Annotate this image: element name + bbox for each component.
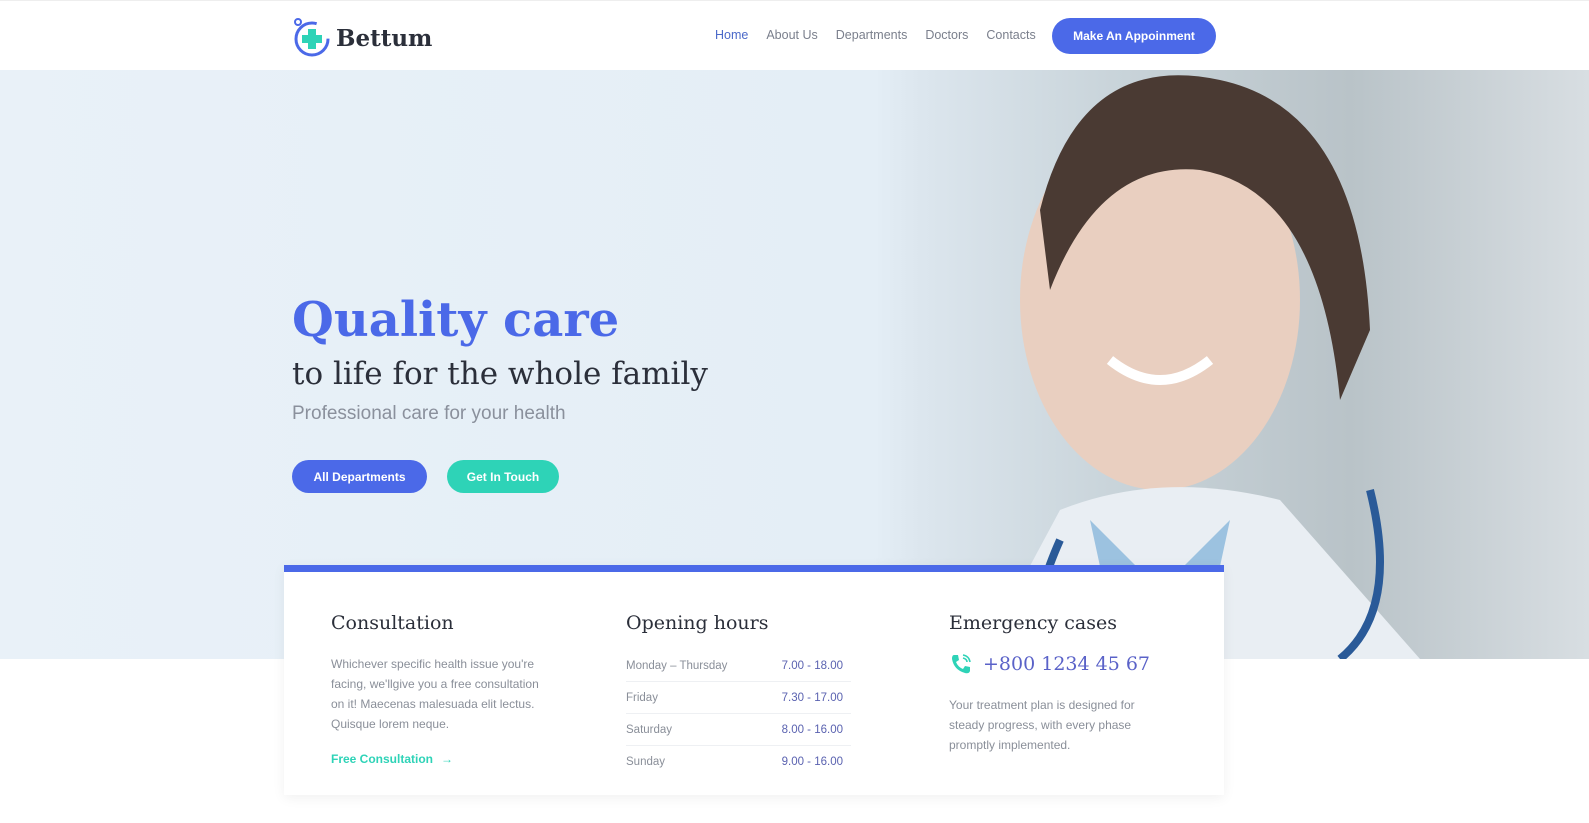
free-consultation-label: Free Consultation: [331, 752, 434, 766]
arrow-right-icon: →: [441, 752, 454, 766]
free-consultation-link[interactable]: Free Consultation →: [331, 752, 453, 766]
hero-subtitle: to life for the whole family: [292, 356, 708, 392]
hours-day: Sunday: [626, 756, 666, 768]
hours-row: Sunday 9.00 - 16.00: [626, 746, 851, 778]
hours-row: Friday 7.30 - 17.00: [626, 682, 851, 714]
emergency-title: Emergency cases: [949, 612, 1117, 634]
hours-row: Saturday 8.00 - 16.00: [626, 714, 851, 746]
opening-hours-title: Opening hours: [626, 612, 769, 634]
emergency-phone[interactable]: +800 1234 45 67: [949, 652, 1150, 676]
all-departments-button[interactable]: All Departments: [292, 460, 427, 493]
hours-day: Saturday: [626, 723, 673, 736]
brand-name: Bettum: [336, 24, 433, 52]
consultation-title: Consultation: [331, 612, 454, 634]
consultation-text: Whichever specific health issue you're f…: [331, 657, 539, 731]
phone-number: +800 1234 45 67: [983, 653, 1151, 675]
nav-home[interactable]: Home: [715, 28, 748, 42]
nav-contacts[interactable]: Contacts: [986, 28, 1035, 42]
header: Bettum Home About Us Departments Doctors…: [0, 0, 1589, 70]
hours-time: 8.00 - 16.00: [781, 723, 843, 736]
hours-day: Monday – Thursday: [626, 659, 728, 672]
medical-cross-logo-icon: [294, 18, 330, 57]
make-appointment-button[interactable]: Make An Appoinment: [1052, 18, 1216, 54]
logo[interactable]: Bettum: [292, 17, 432, 59]
hours-time: 9.00 - 16.00: [781, 756, 843, 768]
hours-time: 7.00 - 18.00: [781, 659, 843, 672]
nav-doctors[interactable]: Doctors: [925, 28, 968, 42]
emergency-text: Your treatment plan is designed for stea…: [949, 698, 1135, 752]
nav-departments[interactable]: Departments: [836, 28, 908, 42]
hours-day: Friday: [626, 691, 658, 704]
info-card: Consultation Whichever specific health i…: [284, 565, 1224, 795]
hero-tagline: Professional care for your health: [292, 403, 566, 424]
phone-icon: [952, 654, 971, 674]
main-nav: Home About Us Departments Doctors Contac…: [715, 28, 1036, 42]
hero-title: Quality care: [292, 292, 620, 348]
nav-about-us[interactable]: About Us: [766, 28, 817, 42]
get-in-touch-button[interactable]: Get In Touch: [447, 460, 559, 493]
hours-time: 7.30 - 17.00: [781, 691, 843, 704]
hours-row: Monday – Thursday 7.00 - 18.00: [626, 650, 851, 682]
